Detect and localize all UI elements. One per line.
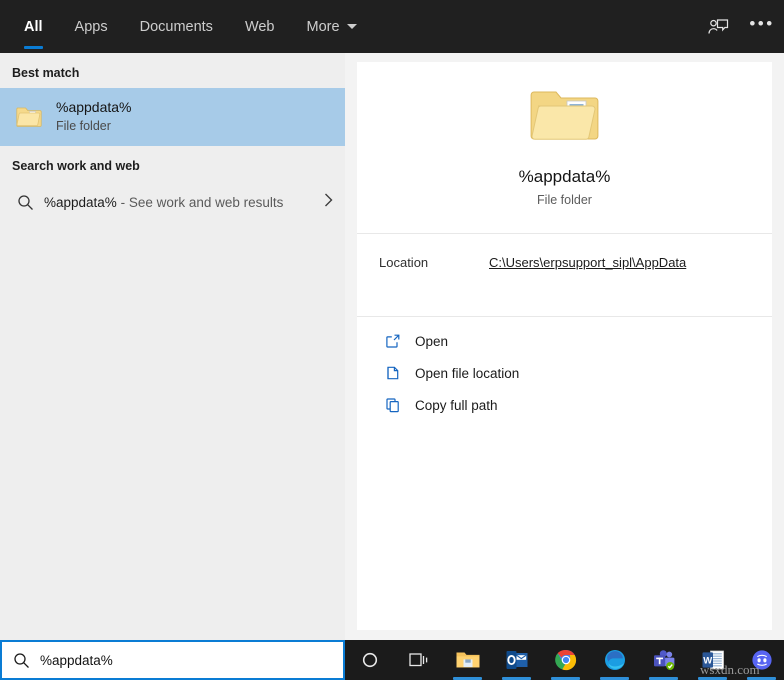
web-result-query: %appdata% (44, 195, 117, 210)
cortana-icon[interactable] (345, 640, 394, 680)
teams-icon[interactable] (639, 640, 688, 680)
ellipsis-icon[interactable]: ••• (740, 0, 784, 53)
result-item-appdata[interactable]: %appdata% File folder (0, 88, 345, 146)
copy-icon (379, 397, 407, 413)
preview-kind: File folder (357, 193, 772, 207)
tab-documents[interactable]: Documents (124, 0, 229, 53)
action-copy-full-path-label: Copy full path (415, 398, 498, 413)
chevron-down-icon (347, 24, 357, 29)
open-external-icon (379, 333, 407, 349)
preview-location-row: Location C:\Users\erpsupport_sipl\AppDat… (357, 234, 772, 290)
folder-icon (12, 104, 46, 130)
search-flyout: All Apps Documents Web More (0, 0, 784, 680)
word-icon[interactable]: W (688, 640, 737, 680)
result-item-title: %appdata% (56, 98, 132, 117)
chevron-right-icon[interactable] (324, 193, 333, 211)
action-copy-full-path[interactable]: Copy full path (357, 389, 772, 421)
best-match-heading: Best match (0, 53, 345, 88)
web-result-row[interactable]: %appdata% - See work and web results (0, 181, 345, 223)
location-link[interactable]: C:\Users\erpsupport_sipl\AppData (489, 255, 686, 270)
preview-card: %appdata% File folder Location C:\Users\… (357, 62, 772, 630)
result-item-subtitle: File folder (56, 117, 132, 136)
task-view-icon[interactable] (394, 640, 443, 680)
action-open[interactable]: Open (357, 325, 772, 357)
tab-list: All Apps Documents Web More (0, 0, 373, 53)
folder-open-location-icon (379, 365, 407, 381)
person-comment-icon[interactable] (696, 0, 740, 53)
action-open-file-location[interactable]: Open file location (357, 357, 772, 389)
action-open-label: Open (415, 334, 448, 349)
web-result-suffix: - See work and web results (121, 195, 284, 210)
tabbar-actions: ••• (696, 0, 784, 53)
tab-apps-label: Apps (75, 19, 108, 35)
search-icon (2, 652, 40, 669)
edge-icon[interactable] (590, 640, 639, 680)
tab-web[interactable]: Web (229, 0, 291, 53)
taskbar-search-box[interactable]: %appdata% (0, 640, 345, 680)
tab-documents-label: Documents (140, 19, 213, 35)
result-item-text: %appdata% File folder (56, 98, 132, 136)
search-input[interactable]: %appdata% (40, 653, 113, 668)
tab-all-label: All (24, 19, 43, 35)
search-icon (12, 194, 38, 211)
svg-text:W: W (703, 655, 712, 666)
results-pane: Best match %appdata% File folder (0, 53, 345, 640)
discord-icon[interactable] (737, 640, 784, 680)
taskbar-apps: W (345, 640, 784, 680)
search-web-heading: Search work and web (0, 146, 345, 181)
preview-actions: Open Open file location (357, 317, 772, 421)
tab-more[interactable]: More (291, 0, 373, 53)
search-tabbar: All Apps Documents Web More (0, 0, 784, 53)
tab-all[interactable]: All (8, 0, 59, 53)
web-result-label: %appdata% - See work and web results (44, 195, 283, 210)
tab-apps[interactable]: Apps (59, 0, 124, 53)
tab-active-underline (24, 46, 43, 49)
tab-more-label: More (307, 19, 340, 35)
chrome-icon[interactable] (541, 640, 590, 680)
open-folder-icon (357, 82, 772, 151)
file-explorer-icon[interactable] (443, 640, 492, 680)
preview-title: %appdata% (357, 167, 772, 187)
preview-hero: %appdata% File folder (357, 62, 772, 207)
location-label: Location (379, 255, 489, 270)
outlook-icon[interactable] (492, 640, 541, 680)
tab-web-label: Web (245, 19, 275, 35)
action-open-file-location-label: Open file location (415, 366, 519, 381)
